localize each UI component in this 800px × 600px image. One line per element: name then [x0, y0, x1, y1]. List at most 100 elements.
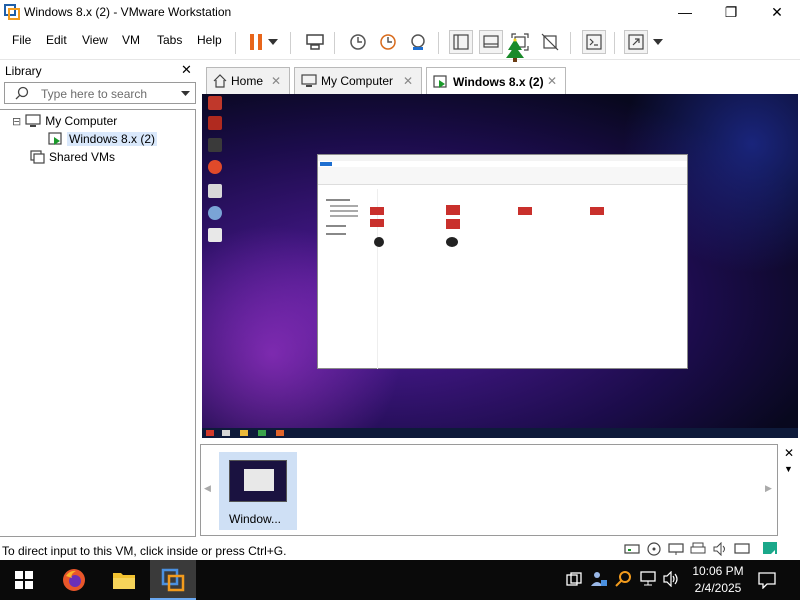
search-icon	[15, 86, 29, 100]
file-explorer-icon[interactable]	[112, 569, 136, 591]
menu-tabs[interactable]: Tabs	[157, 33, 182, 47]
clock[interactable]: 10:06 PM 2/4/2025	[691, 564, 745, 595]
scroll-right-icon[interactable]: ▶	[765, 483, 772, 494]
tree-label-windows-vm: Windows 8.x (2)	[67, 132, 158, 146]
firefox-icon[interactable]	[62, 568, 86, 592]
snapshot-manager-button[interactable]	[406, 30, 430, 54]
clock-time: 10:06 PM	[692, 564, 744, 578]
display-icon[interactable]	[734, 542, 750, 556]
unity-icon	[541, 33, 559, 51]
tree-item-my-computer[interactable]: ⊟ My Computer	[12, 112, 117, 130]
toolbar-separator	[438, 32, 439, 54]
hard-disk-icon[interactable]	[624, 542, 640, 556]
desktop-icon[interactable]	[208, 228, 222, 242]
menu-vm[interactable]: VM	[122, 33, 140, 47]
taskbar-vmware-button[interactable]	[150, 560, 196, 600]
snapshot-clock-icon	[350, 34, 366, 50]
tree-label-my-computer: My Computer	[45, 114, 118, 128]
tab-my-computer[interactable]: My Computer ✕	[294, 67, 422, 94]
desktop-icon[interactable]	[208, 184, 222, 198]
windows-start-icon[interactable]	[15, 571, 33, 589]
guest-explorer-window[interactable]	[317, 154, 688, 369]
network-adapter-icon[interactable]	[668, 542, 684, 556]
thumbnail-bar-button[interactable]	[479, 30, 503, 54]
tab-label: Home	[231, 74, 264, 88]
status-message: To direct input to this VM, click inside…	[2, 544, 287, 558]
terminal-icon	[586, 34, 602, 50]
desktop-icon[interactable]	[208, 160, 222, 174]
collapse-toggle[interactable]: ⊟	[12, 115, 21, 128]
volume-icon[interactable]	[663, 571, 681, 587]
tab-label: Windows 8.x (2)	[453, 74, 544, 89]
thumbnail-bar-icon	[483, 35, 499, 48]
vmware-app-icon	[4, 4, 20, 20]
tree-item-shared-vms[interactable]: Shared VMs	[30, 148, 115, 166]
take-snapshot-button[interactable]	[346, 30, 370, 54]
stretch-guest-button[interactable]	[624, 30, 648, 54]
sound-card-icon[interactable]	[712, 542, 728, 556]
show-library-button[interactable]	[449, 30, 473, 54]
stretch-icon	[628, 34, 644, 50]
title-bar: Windows 8.x (2) - VMware Workstation — ❐…	[0, 0, 800, 24]
pause-icon	[250, 34, 262, 50]
revert-snapshot-icon	[380, 34, 396, 50]
thumbnail-bar: ◀ Window... ▶	[200, 444, 778, 536]
toolbar-separator	[570, 32, 571, 54]
clock-date: 2/4/2025	[694, 581, 742, 595]
computer-icon	[301, 74, 317, 87]
maximize-button[interactable]: ❐	[708, 0, 754, 24]
vm-thumbnail-image	[229, 460, 287, 502]
tab-bar: Home ✕ My Computer ✕ Windows 8.x (2) ✕	[200, 64, 800, 95]
notification-center-icon[interactable]	[758, 571, 776, 589]
task-view-icon[interactable]	[566, 572, 582, 588]
menu-file[interactable]: File	[12, 33, 31, 47]
thumbnail-bar-close-button[interactable]: ✕	[784, 446, 794, 460]
revert-snapshot-button[interactable]	[376, 30, 400, 54]
library-panel: Library ✕ Type here to search ⊟ My Compu…	[0, 60, 198, 538]
network-icon[interactable]	[640, 571, 658, 587]
message-log-icon[interactable]	[762, 541, 778, 557]
desktop-icon[interactable]	[208, 116, 222, 130]
vm-thumbnail[interactable]: Window...	[219, 452, 297, 530]
desktop-icon[interactable]	[208, 96, 222, 110]
toolbar-separator	[290, 32, 291, 54]
menu-help[interactable]: Help	[197, 33, 222, 47]
console-view-button[interactable]	[582, 30, 606, 54]
menu-view[interactable]: View	[82, 33, 108, 47]
send-ctrl-alt-del-button[interactable]	[303, 30, 327, 54]
search-key-icon[interactable]	[614, 570, 632, 588]
library-search-input[interactable]: Type here to search	[4, 82, 196, 104]
library-tree: ⊟ My Computer Windows 8.x (2) Shared VMs	[0, 109, 196, 537]
cd-dvd-icon[interactable]	[646, 541, 662, 557]
close-icon[interactable]: ✕	[403, 74, 413, 88]
scroll-left-icon[interactable]: ◀	[204, 483, 211, 494]
stretch-dropdown[interactable]	[651, 30, 665, 54]
tab-windows-vm[interactable]: Windows 8.x (2) ✕	[426, 67, 566, 95]
tab-home[interactable]: Home ✕	[206, 67, 290, 94]
vm-thumbnail-label: Window...	[229, 512, 282, 526]
library-title: Library	[5, 64, 42, 78]
toolbar-separator	[334, 32, 335, 54]
keyboard-send-icon	[306, 34, 324, 50]
tree-item-windows-vm[interactable]: Windows 8.x (2)	[48, 130, 158, 148]
desktop-icon[interactable]	[208, 138, 222, 152]
tree-label-shared-vms: Shared VMs	[49, 150, 116, 164]
close-icon[interactable]: ✕	[547, 74, 557, 88]
chevron-down-icon[interactable]	[181, 91, 190, 96]
vm-console[interactable]	[202, 94, 798, 438]
chevron-down-icon[interactable]: ▼	[784, 464, 793, 474]
user-network-icon[interactable]	[590, 570, 608, 588]
printer-icon[interactable]	[690, 542, 706, 556]
unity-button[interactable]	[538, 30, 562, 54]
minimize-button[interactable]: —	[662, 0, 708, 24]
pause-button[interactable]	[244, 30, 268, 54]
power-dropdown[interactable]	[266, 30, 280, 54]
menu-edit[interactable]: Edit	[46, 33, 67, 47]
computer-icon	[25, 114, 41, 127]
toolbar-separator	[235, 32, 236, 54]
library-close-button[interactable]: ✕	[181, 62, 192, 78]
close-icon[interactable]: ✕	[271, 74, 281, 88]
christmas-tree-icon	[506, 38, 524, 62]
desktop-icon[interactable]	[208, 206, 222, 220]
close-button[interactable]: ✕	[754, 0, 800, 24]
